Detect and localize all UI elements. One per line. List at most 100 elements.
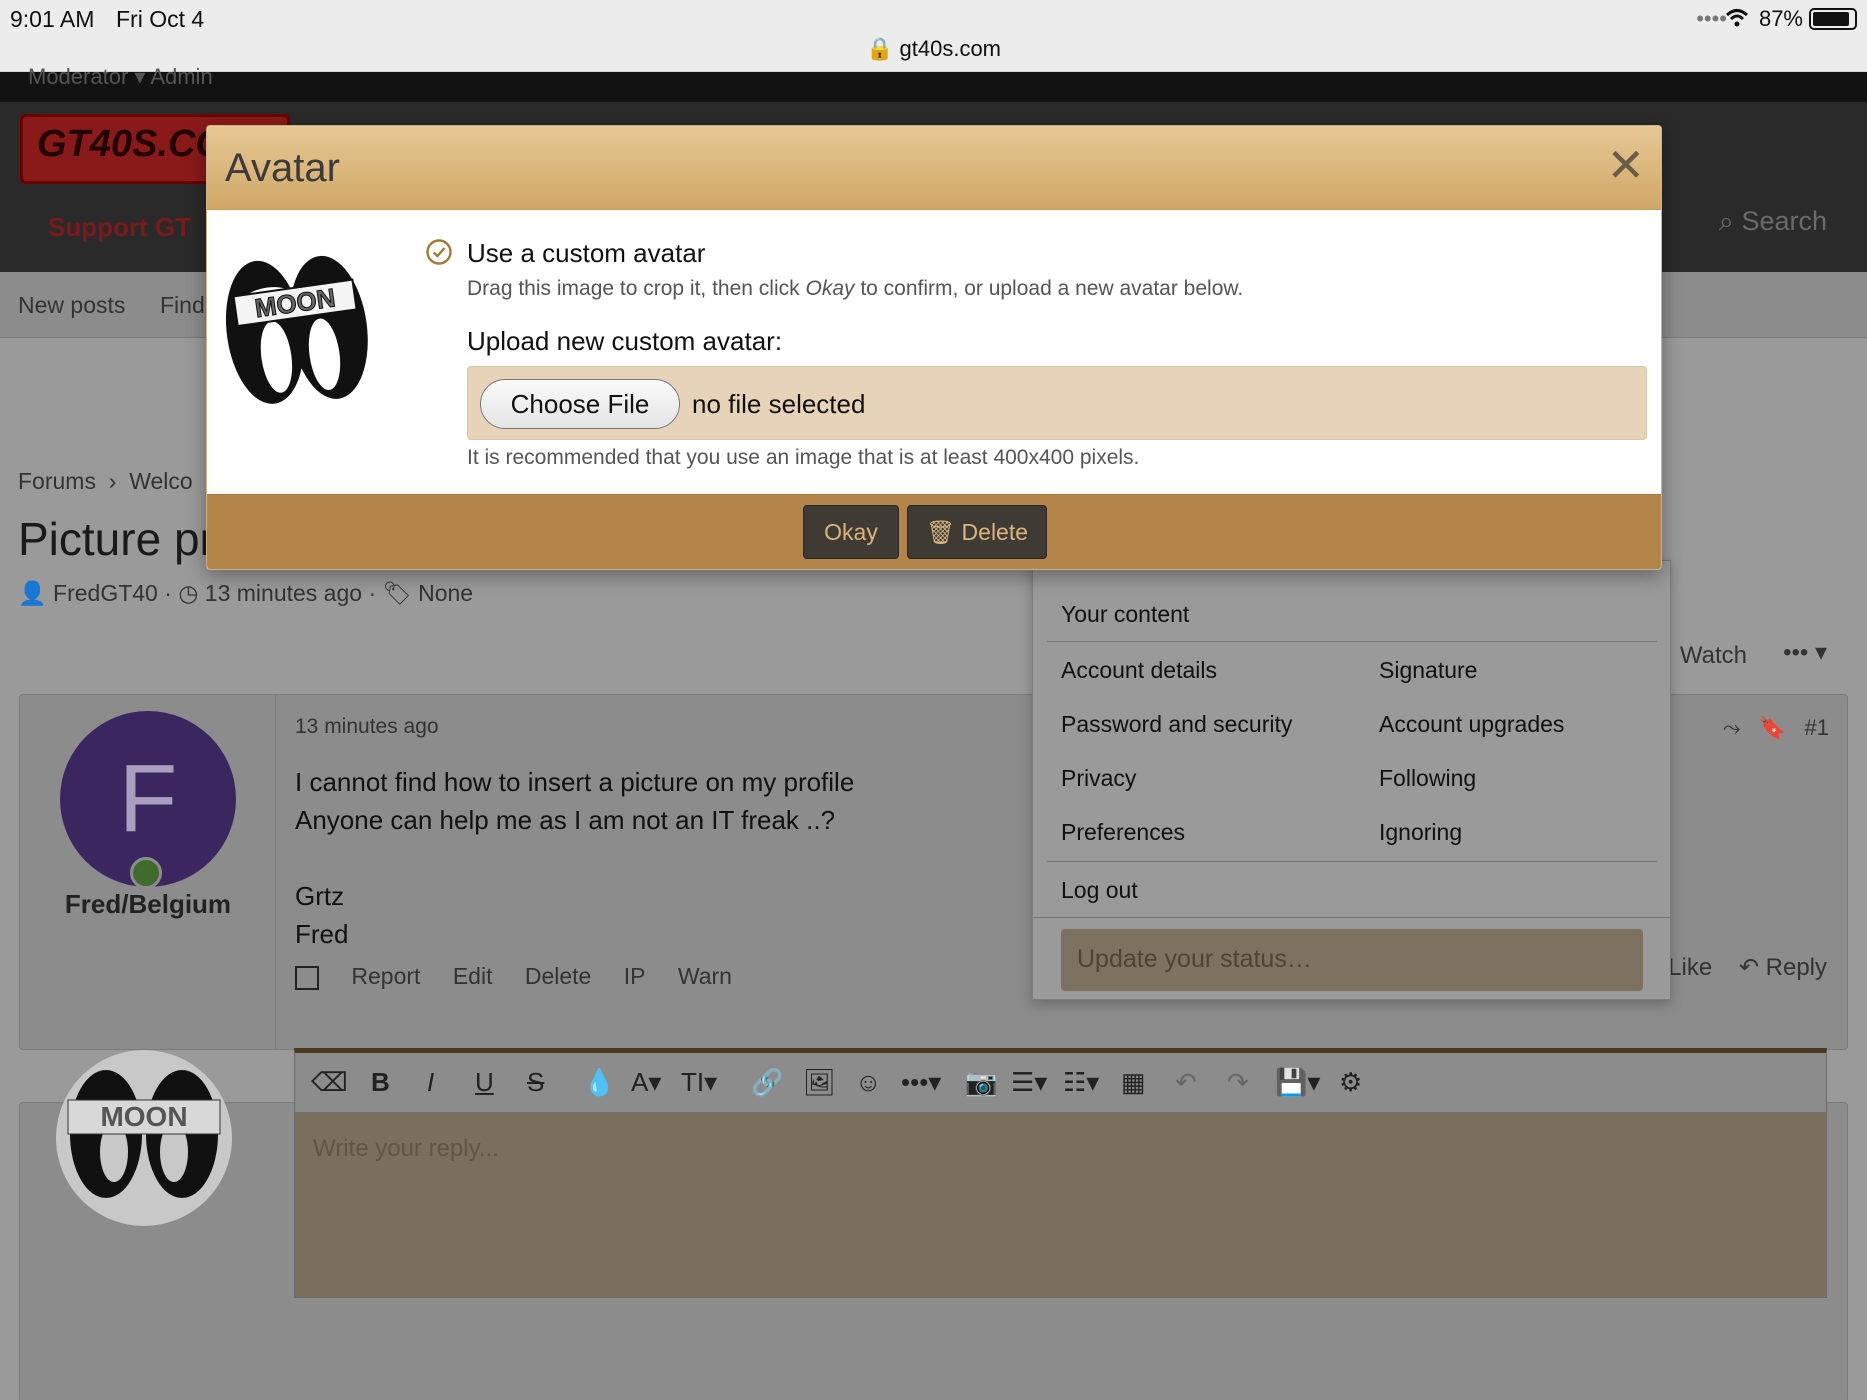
menu-account-upgrades[interactable]: Account upgrades [1379,711,1564,738]
dialog-header: Avatar ✕ [207,126,1661,210]
breadcrumb: Forums › Welco [18,468,193,495]
online-status-icon [130,857,162,889]
link-icon[interactable]: 🔗 [751,1067,783,1098]
post-tools: ⤳ 🔖 #1 [1723,715,1829,741]
menu-following[interactable]: Following [1379,765,1476,792]
update-status-input[interactable]: Update your status… [1061,929,1643,991]
breadcrumb-separator-icon: › [102,468,123,494]
nav-find[interactable]: Find [160,292,205,319]
menu-divider [1047,641,1657,642]
file-status: no file selected [692,389,866,419]
reply-button[interactable]: Reply [1766,954,1827,981]
okay-button[interactable]: Okay [803,505,899,559]
thread-age: 13 minutes ago [204,580,363,606]
post-line: I cannot find how to insert a picture on… [295,767,855,797]
delete-button[interactable]: 🗑 Delete [907,505,1047,559]
reply-textarea[interactable]: Write your reply... [313,1135,499,1163]
settings-gear-icon[interactable]: ⚙ [1339,1067,1362,1098]
support-link[interactable]: Support GT [48,212,191,243]
search-label: Search [1741,206,1827,236]
trash-icon: 🗑 [925,519,956,545]
ios-status-bar: 9:01 AM Fri Oct 4 🔒 gt40s.com •••• 87% [0,0,1867,72]
font-size-icon[interactable]: TI▾ [681,1067,717,1098]
eraser-icon[interactable]: ⌫ [311,1067,348,1098]
address-bar[interactable]: 🔒 gt40s.com [0,36,1867,62]
list-icon[interactable]: ☷▾ [1063,1067,1099,1098]
image-icon[interactable]: 🖼 [803,1067,836,1098]
undo-icon[interactable]: ↶ [1175,1067,1197,1098]
strikethrough-icon[interactable]: S [527,1067,544,1098]
text-color-icon[interactable]: 💧 [583,1067,615,1098]
close-icon[interactable]: ✕ [1606,140,1645,190]
post-line: Grtz [295,881,345,911]
editor-toolbar: ⌫ B I U S 💧 A▾ TI▾ 🔗 🖼 ☺ •••▾ 📷 ☰▾ ☷▾ ▦ … [295,1053,1826,1113]
check-circle-icon[interactable] [425,238,453,266]
align-icon[interactable]: ☰▾ [1011,1067,1047,1098]
post-body: I cannot find how to insert a picture on… [295,763,854,953]
reply-icon: ↶ [1738,954,1759,981]
thread-tags: None [418,580,474,606]
post-line: Fred [295,919,349,949]
share-icon[interactable]: ⤳ [1723,715,1741,740]
battery-icon [1809,8,1857,30]
table-icon[interactable]: ▦ [1121,1067,1146,1098]
menu-password-security[interactable]: Password and security [1061,711,1292,738]
report-link[interactable]: Report [351,963,420,989]
search-button[interactable]: ⌕ Search [1719,206,1827,238]
ip-link[interactable]: IP [624,963,646,989]
more-options-icon[interactable]: ••• ▾ [1783,638,1827,667]
menu-preferences[interactable]: Preferences [1061,819,1185,846]
post-number[interactable]: #1 [1805,715,1829,740]
dialog-footer: Okay 🗑 Delete [207,494,1661,569]
bold-icon[interactable]: B [371,1067,390,1098]
moon-text: MOON [100,1101,187,1132]
select-post-checkbox[interactable] [295,965,319,990]
bookmark-icon[interactable]: 🔖 [1759,715,1786,740]
current-user-avatar[interactable]: MOON [54,1048,234,1228]
staff-links[interactable]: Moderator ▾ Admin [28,64,213,90]
more-formatting-icon[interactable]: •••▾ [901,1067,941,1098]
user-icon: 👤 [18,580,47,606]
staff-bar: Moderator ▾ Admin [0,64,1867,102]
dialog-title: Avatar [225,146,340,190]
edit-link[interactable]: Edit [453,963,493,989]
thread-author[interactable]: FredGT40 [53,580,158,606]
reply-editor: ⌫ B I U S 💧 A▾ TI▾ 🔗 🖼 ☺ •••▾ 📷 ☰▾ ☷▾ ▦ … [294,1048,1827,1298]
menu-divider [1033,917,1670,918]
emoji-icon[interactable]: ☺ [855,1067,882,1098]
menu-privacy[interactable]: Privacy [1061,765,1136,792]
lock-icon: 🔒 [865,36,894,61]
breadcrumb-welcome[interactable]: Welco [129,468,193,494]
tag-icon: 🏷 [382,580,412,606]
menu-ignoring[interactable]: Ignoring [1379,819,1462,846]
font-family-icon[interactable]: A▾ [631,1067,661,1098]
like-button[interactable]: Like [1668,954,1712,981]
file-upload-field[interactable]: Choose File no file selected [467,366,1647,440]
nav-new-posts[interactable]: New posts [18,292,125,319]
account-dropdown: Your content Account details Password an… [1032,560,1671,1000]
warn-link[interactable]: Warn [678,963,732,989]
search-icon: ⌕ [1718,206,1734,236]
menu-account-details[interactable]: Account details [1061,657,1217,684]
menu-log-out[interactable]: Log out [1061,877,1138,904]
camera-icon[interactable]: 📷 [965,1067,997,1098]
clock-icon: ◷ [178,580,199,606]
post-time[interactable]: 13 minutes ago [295,715,439,739]
avatar-dialog: Avatar ✕ MOON Use a custom avatar Drag t… [206,125,1662,570]
italic-icon[interactable]: I [427,1067,434,1098]
menu-signature[interactable]: Signature [1379,657,1477,684]
breadcrumb-forums[interactable]: Forums [18,468,96,494]
menu-your-content[interactable]: Your content [1061,601,1189,628]
signal-dots-icon: •••• [1696,6,1727,31]
clock: 9:01 AM [10,6,95,32]
redo-icon[interactable]: ↷ [1227,1067,1249,1098]
thread-title: Picture pr [18,513,215,565]
drafts-icon[interactable]: 💾▾ [1275,1067,1320,1098]
avatar-crop-preview[interactable]: MOON [221,236,371,426]
post-username[interactable]: Fred/Belgium [20,889,276,920]
watch-button[interactable]: Watch [1680,642,1747,670]
choose-file-button[interactable]: Choose File [480,379,680,429]
underline-icon[interactable]: U [475,1067,494,1098]
custom-avatar-option[interactable]: Use a custom avatar [467,238,705,269]
delete-link[interactable]: Delete [525,963,591,989]
